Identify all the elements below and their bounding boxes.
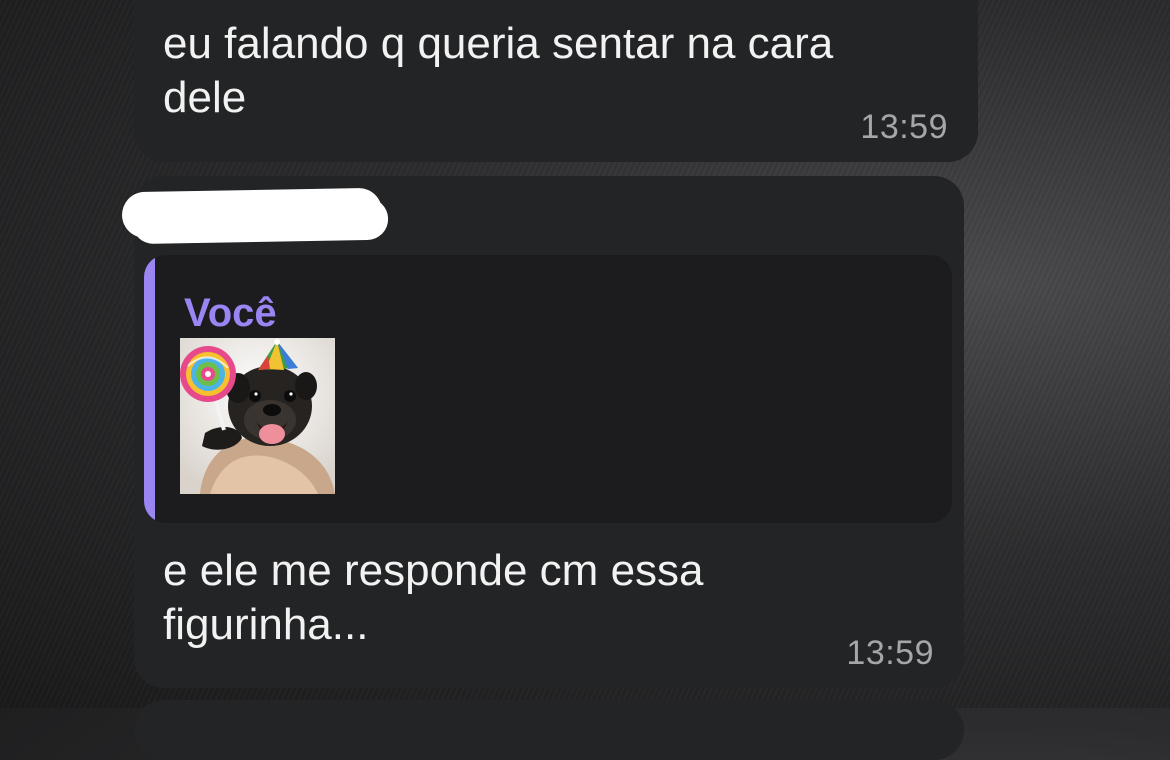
message-bubble[interactable]: Você e ele me responde cm essa figurinha… (121, 176, 964, 688)
pug-sticker-thumbnail[interactable] (180, 338, 335, 494)
message-text: e ele me responde cm essa figurinha... (163, 546, 704, 649)
quoted-message[interactable]: Você (144, 255, 952, 523)
message-bubble[interactable]: eu falando q queria sentar na cara dele … (134, 0, 978, 162)
quote-accent-bar (144, 255, 155, 523)
message-timestamp: 13:59 (860, 108, 948, 146)
message-timestamp: 13:59 (846, 634, 934, 672)
message-bubble-partial[interactable] (134, 700, 964, 760)
pug-sticker-icon (180, 338, 335, 494)
sender-name-redaction (121, 187, 383, 239)
message-text: eu falando q queria sentar na cara dele (163, 19, 834, 122)
quoted-author: Você (184, 291, 277, 335)
